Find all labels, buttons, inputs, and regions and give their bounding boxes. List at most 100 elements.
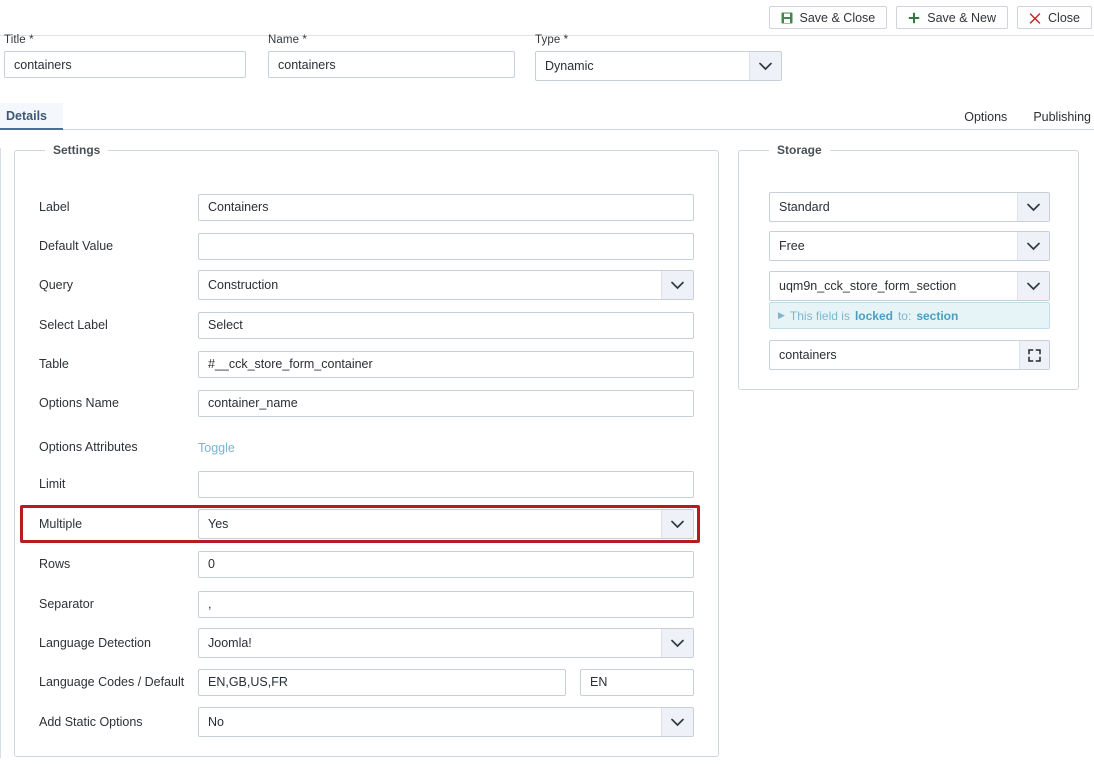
title-input[interactable]: containers (4, 51, 246, 78)
title-label: Title * (4, 34, 246, 46)
storage-mode-row: Free (769, 231, 1050, 261)
plus-icon (908, 12, 920, 24)
name-label: Name * (268, 34, 515, 46)
row-select-label: Select Label Select (15, 310, 720, 340)
limit-input[interactable] (198, 471, 694, 498)
row-default-value-caption: Default Value (15, 239, 198, 253)
row-table-caption: Table (15, 357, 198, 371)
row-language-detection: Language Detection Joomla! (15, 628, 720, 658)
language-codes-input[interactable]: EN,GB,US,FR (198, 669, 566, 696)
type-select-value: Dynamic (536, 52, 749, 80)
locked-notice-prefix: This field is (790, 309, 850, 323)
tab-details[interactable]: Details (0, 103, 63, 130)
storage-field-value: containers (770, 341, 1019, 369)
page-root: Save & Close Save & New Close Title * c (0, 0, 1094, 764)
row-language-codes: Language Codes / Default EN,GB,US,FR EN (15, 667, 720, 697)
row-query: Query Construction (15, 270, 720, 300)
options-name-input[interactable]: container_name (198, 390, 694, 417)
expand-icon[interactable] (1019, 341, 1049, 369)
row-rows: Rows 0 (15, 549, 720, 579)
chevron-down-icon (1017, 232, 1049, 260)
storage-field-input-wrap[interactable]: containers (769, 340, 1050, 370)
query-select[interactable]: Construction (198, 270, 694, 300)
row-label: Label Containers (15, 192, 720, 222)
query-select-value: Construction (199, 271, 661, 299)
options-attributes-toggle-link[interactable]: Toggle (198, 441, 235, 455)
row-query-caption: Query (15, 278, 198, 292)
row-options-name: Options Name container_name (15, 388, 720, 418)
storage-type-row: Standard (769, 192, 1050, 222)
row-options-name-caption: Options Name (15, 396, 198, 410)
multiple-select[interactable]: Yes (198, 509, 694, 539)
row-limit: Limit (15, 469, 720, 499)
close-label: Close (1048, 11, 1080, 25)
add-static-options-select[interactable]: No (198, 707, 694, 737)
label-input[interactable]: Containers (198, 194, 694, 221)
locked-notice-strong-locked: locked (855, 309, 893, 323)
storage-legend: Storage (769, 143, 830, 157)
toolbar: Save & Close Save & New Close (0, 0, 1094, 36)
row-default-value: Default Value (15, 231, 720, 261)
storage-locked-notice-row: ▶ This field is locked to: section (769, 302, 1050, 329)
row-multiple-caption: Multiple (15, 517, 198, 531)
tab-publishing[interactable]: Publishing (1033, 110, 1091, 124)
table-input[interactable]: #__cck_store_form_container (198, 351, 694, 378)
storage-panel: Storage Standard Free uqm9n_cck_store_fo… (738, 150, 1079, 390)
row-label-caption: Label (15, 200, 198, 214)
chevron-down-icon (1017, 193, 1049, 221)
chevron-down-icon (749, 52, 781, 80)
add-static-options-value: No (199, 708, 661, 736)
panel-left-edge (0, 148, 1, 758)
row-limit-caption: Limit (15, 477, 198, 491)
triangle-right-icon: ▶ (778, 310, 785, 321)
rows-input[interactable]: 0 (198, 551, 694, 578)
storage-type-select[interactable]: Standard (769, 192, 1050, 222)
storage-table-row: uqm9n_cck_store_form_section (769, 271, 1050, 301)
row-table: Table #__cck_store_form_container (15, 349, 720, 379)
row-language-codes-caption: Language Codes / Default (15, 675, 198, 689)
row-add-static-options: Add Static Options No (15, 707, 720, 737)
chevron-down-icon (661, 629, 693, 657)
tab-options[interactable]: Options (964, 110, 1007, 124)
row-add-static-options-caption: Add Static Options (15, 715, 198, 729)
chevron-down-icon (661, 708, 693, 736)
type-label: Type * (535, 34, 782, 46)
row-separator-caption: Separator (15, 597, 198, 611)
storage-table-value: uqm9n_cck_store_form_section (770, 272, 1017, 300)
locked-notice[interactable]: ▶ This field is locked to: section (769, 302, 1050, 329)
save-and-new-button[interactable]: Save & New (896, 6, 1008, 29)
chevron-down-icon (661, 271, 693, 299)
language-detection-value: Joomla! (199, 629, 661, 657)
settings-panel: Settings Label Containers Default Value … (14, 150, 719, 757)
chevron-down-icon (661, 510, 693, 538)
storage-field-row: containers (769, 340, 1050, 370)
storage-table-select[interactable]: uqm9n_cck_store_form_section (769, 271, 1050, 301)
separator-input[interactable]: , (198, 591, 694, 618)
chevron-down-icon (1017, 272, 1049, 300)
tab-bar-right: Options Publishing (964, 103, 1091, 130)
multiple-select-value: Yes (199, 510, 661, 538)
row-options-attributes: Options Attributes Toggle (15, 432, 720, 462)
language-detection-select[interactable]: Joomla! (198, 628, 694, 658)
name-input[interactable]: containers (268, 51, 515, 78)
type-field-group: Type * Dynamic (535, 34, 782, 81)
language-default-input[interactable]: EN (580, 669, 694, 696)
title-field-group: Title * containers (4, 34, 246, 78)
save-and-close-button[interactable]: Save & Close (769, 6, 888, 29)
row-multiple: Multiple Yes (15, 509, 720, 539)
locked-notice-mid: to: (898, 309, 911, 323)
x-icon (1029, 12, 1041, 24)
row-language-detection-caption: Language Detection (15, 636, 198, 650)
select-label-input[interactable]: Select (198, 312, 694, 339)
storage-mode-select[interactable]: Free (769, 231, 1050, 261)
tab-bar: Details Options Publishing (0, 103, 1094, 130)
row-select-label-caption: Select Label (15, 318, 198, 332)
close-button[interactable]: Close (1017, 6, 1092, 29)
floppy-disk-icon (781, 12, 793, 24)
type-select[interactable]: Dynamic (535, 51, 782, 81)
locked-notice-strong-section: section (916, 309, 958, 323)
row-separator: Separator , (15, 589, 720, 619)
save-and-close-label: Save & Close (800, 11, 876, 25)
default-value-input[interactable] (198, 233, 694, 260)
storage-type-value: Standard (770, 193, 1017, 221)
